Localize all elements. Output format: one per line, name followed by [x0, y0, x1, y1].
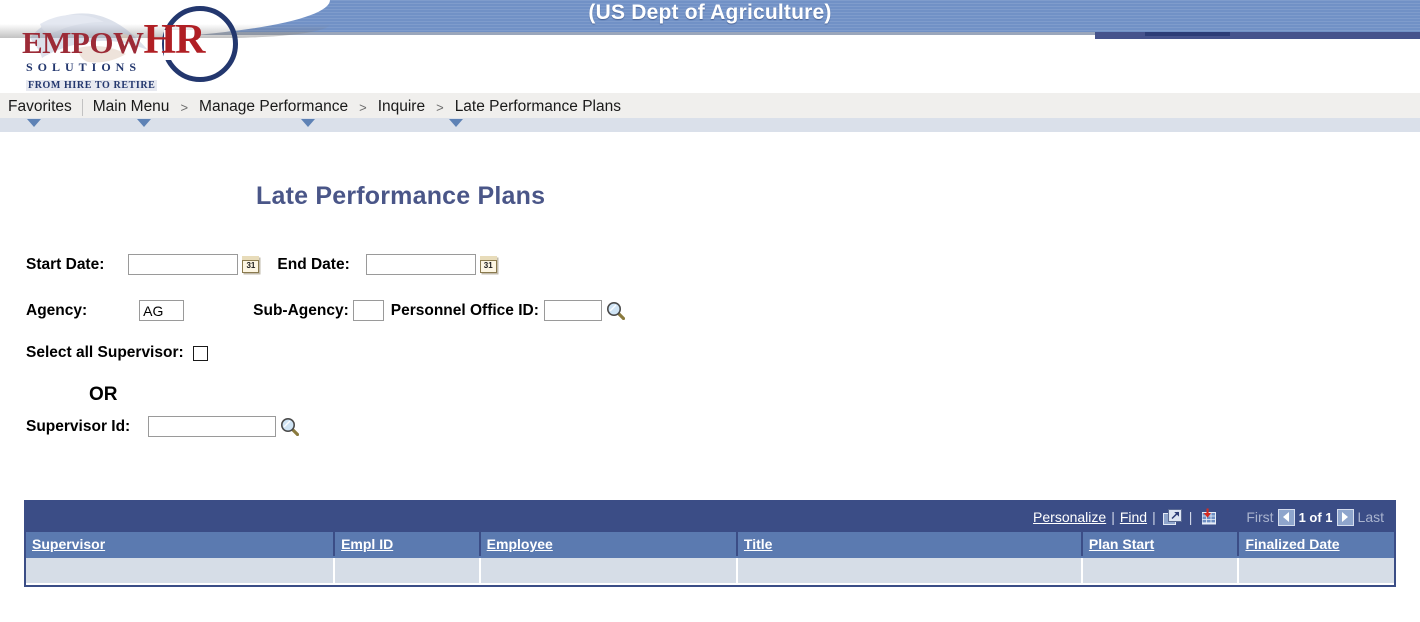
sub-agency-input[interactable] — [352, 300, 384, 321]
page-title: Late Performance Plans — [256, 182, 546, 210]
chevron-left-icon — [1283, 512, 1290, 522]
banner-navy-strip — [1095, 32, 1420, 39]
column-header-label[interactable]: Employee — [487, 536, 553, 552]
or-label: OR — [89, 384, 118, 405]
page-content: Late Performance Plans Start Date: 31 En… — [0, 132, 1420, 622]
last-page-link[interactable]: Last — [1354, 509, 1388, 525]
toolbar-separator: | — [1111, 509, 1115, 525]
personalize-link[interactable]: Personalize — [1033, 509, 1106, 525]
column-header-supervisor[interactable]: Supervisor — [26, 532, 334, 556]
select-all-supervisor-row: Select all Supervisor: — [26, 344, 208, 362]
start-date-label: Start Date: — [26, 255, 105, 273]
table-row[interactable] — [26, 556, 1394, 585]
grid-toolbar: Personalize | Find | | First 1 of 1 Last — [26, 502, 1394, 532]
search-icon-supervisor-id[interactable] — [280, 417, 300, 437]
breadcrumb-separator-icon: > — [180, 99, 189, 115]
page-count-label: 1 of 1 — [1298, 509, 1333, 525]
column-header-employee[interactable]: Employee — [480, 532, 736, 556]
banner-lower-right — [1095, 39, 1420, 96]
next-page-button[interactable] — [1336, 508, 1354, 526]
breadcrumb-strip — [0, 118, 1420, 132]
column-header-title[interactable]: Title — [737, 532, 1081, 556]
chevron-down-icon-main-menu[interactable] — [137, 119, 151, 127]
column-header-label[interactable]: Title — [744, 536, 773, 552]
select-all-supervisor-label: Select all Supervisor: — [26, 344, 184, 361]
previous-page-button[interactable] — [1277, 508, 1295, 526]
expand-icon[interactable] — [1162, 508, 1182, 526]
calendar-icon-day: 31 — [483, 261, 493, 270]
personnel-office-id-label: Personnel Office ID: — [390, 301, 539, 319]
calendar-icon-start-date[interactable]: 31 — [242, 256, 260, 273]
breadcrumb-separator-icon: > — [359, 99, 367, 115]
breadcrumb-item-main-menu[interactable]: Main Menu — [85, 98, 178, 116]
toolbar-separator: | — [1188, 509, 1193, 525]
cell-plan-start — [1082, 558, 1238, 583]
cell-supervisor — [26, 558, 334, 583]
chevron-down-icon-manage-performance[interactable] — [301, 119, 315, 127]
supervisor-id-label: Supervisor Id: — [26, 417, 131, 435]
agency-input[interactable] — [139, 300, 185, 321]
toolbar-separator: | — [1152, 509, 1156, 525]
start-date-input[interactable] — [128, 254, 239, 275]
chevron-down-icon-favorites[interactable] — [27, 119, 41, 127]
chevron-right-icon — [1342, 512, 1349, 522]
end-date-input[interactable] — [365, 254, 476, 275]
end-date-label: End Date: — [277, 255, 350, 273]
breadcrumb-item-late-performance-plans[interactable]: Late Performance Plans — [447, 98, 629, 116]
logo-text: EMPOWHR SOLUTIONS FROM HIRE TO RETIRE — [22, 19, 258, 93]
cell-empl-id — [335, 558, 479, 583]
column-header-label[interactable]: Empl ID — [341, 536, 393, 552]
app-banner: (US Dept of Agriculture) EMPOWHR SOLUTIO… — [0, 0, 1420, 96]
empowhr-logo[interactable]: EMPOWHR SOLUTIONS FROM HIRE TO RETIRE — [14, 2, 264, 94]
breadcrumb-item-inquire[interactable]: Inquire — [370, 98, 433, 116]
column-header-label[interactable]: Supervisor — [32, 536, 105, 552]
results-grid: Personalize | Find | | First 1 of 1 Last… — [24, 500, 1396, 587]
chevron-down-icon-inquire[interactable] — [449, 119, 463, 127]
find-link[interactable]: Find — [1120, 509, 1147, 525]
logo-solutions-text: SOLUTIONS — [26, 60, 142, 74]
logo-tagline-text: FROM HIRE TO RETIRE — [26, 80, 158, 91]
personnel-office-id-input[interactable] — [543, 300, 602, 321]
column-header-finalized-date[interactable]: Finalized Date — [1239, 532, 1394, 556]
banner-navy-accent — [1145, 32, 1230, 36]
cell-finalized-date — [1239, 558, 1394, 583]
cell-title — [737, 558, 1081, 583]
cell-employee — [480, 558, 736, 583]
column-header-label[interactable]: Plan Start — [1089, 536, 1154, 552]
breadcrumb-separator-icon: > — [436, 99, 444, 115]
agency-row: Agency: Sub-Agency: Personnel Office ID: — [26, 300, 626, 321]
download-spreadsheet-icon[interactable] — [1199, 508, 1218, 526]
supervisor-id-input[interactable] — [148, 416, 277, 437]
logo-empow-text: EMPOW — [22, 25, 144, 60]
logo-wordmark: EMPOWHR — [22, 19, 258, 61]
column-header-plan-start[interactable]: Plan Start — [1082, 532, 1238, 556]
column-header-label[interactable]: Finalized Date — [1245, 536, 1339, 552]
first-page-link[interactable]: First — [1242, 509, 1277, 525]
select-all-supervisor-checkbox[interactable] — [192, 345, 208, 361]
logo-hr-text: HR — [143, 17, 206, 63]
dates-row: Start Date: 31 End Date: 31 — [26, 254, 497, 275]
search-icon-personnel-office-id[interactable] — [606, 301, 626, 321]
calendar-icon-day: 31 — [246, 261, 256, 270]
calendar-icon-end-date[interactable]: 31 — [479, 256, 497, 273]
breadcrumb-item-manage-performance[interactable]: Manage Performance — [191, 98, 356, 116]
breadcrumb: Favorites Main Menu > Manage Performance… — [0, 95, 629, 119]
agency-label: Agency: — [26, 301, 88, 319]
grid-header-row: Supervisor Empl ID Employee Title Plan S… — [26, 532, 1394, 556]
breadcrumb-divider — [81, 98, 83, 116]
breadcrumb-item-favorites[interactable]: Favorites — [0, 98, 80, 116]
column-header-empl-id[interactable]: Empl ID — [335, 532, 479, 556]
sub-agency-label: Sub-Agency: — [253, 301, 349, 319]
supervisor-id-row: Supervisor Id: — [26, 416, 300, 437]
